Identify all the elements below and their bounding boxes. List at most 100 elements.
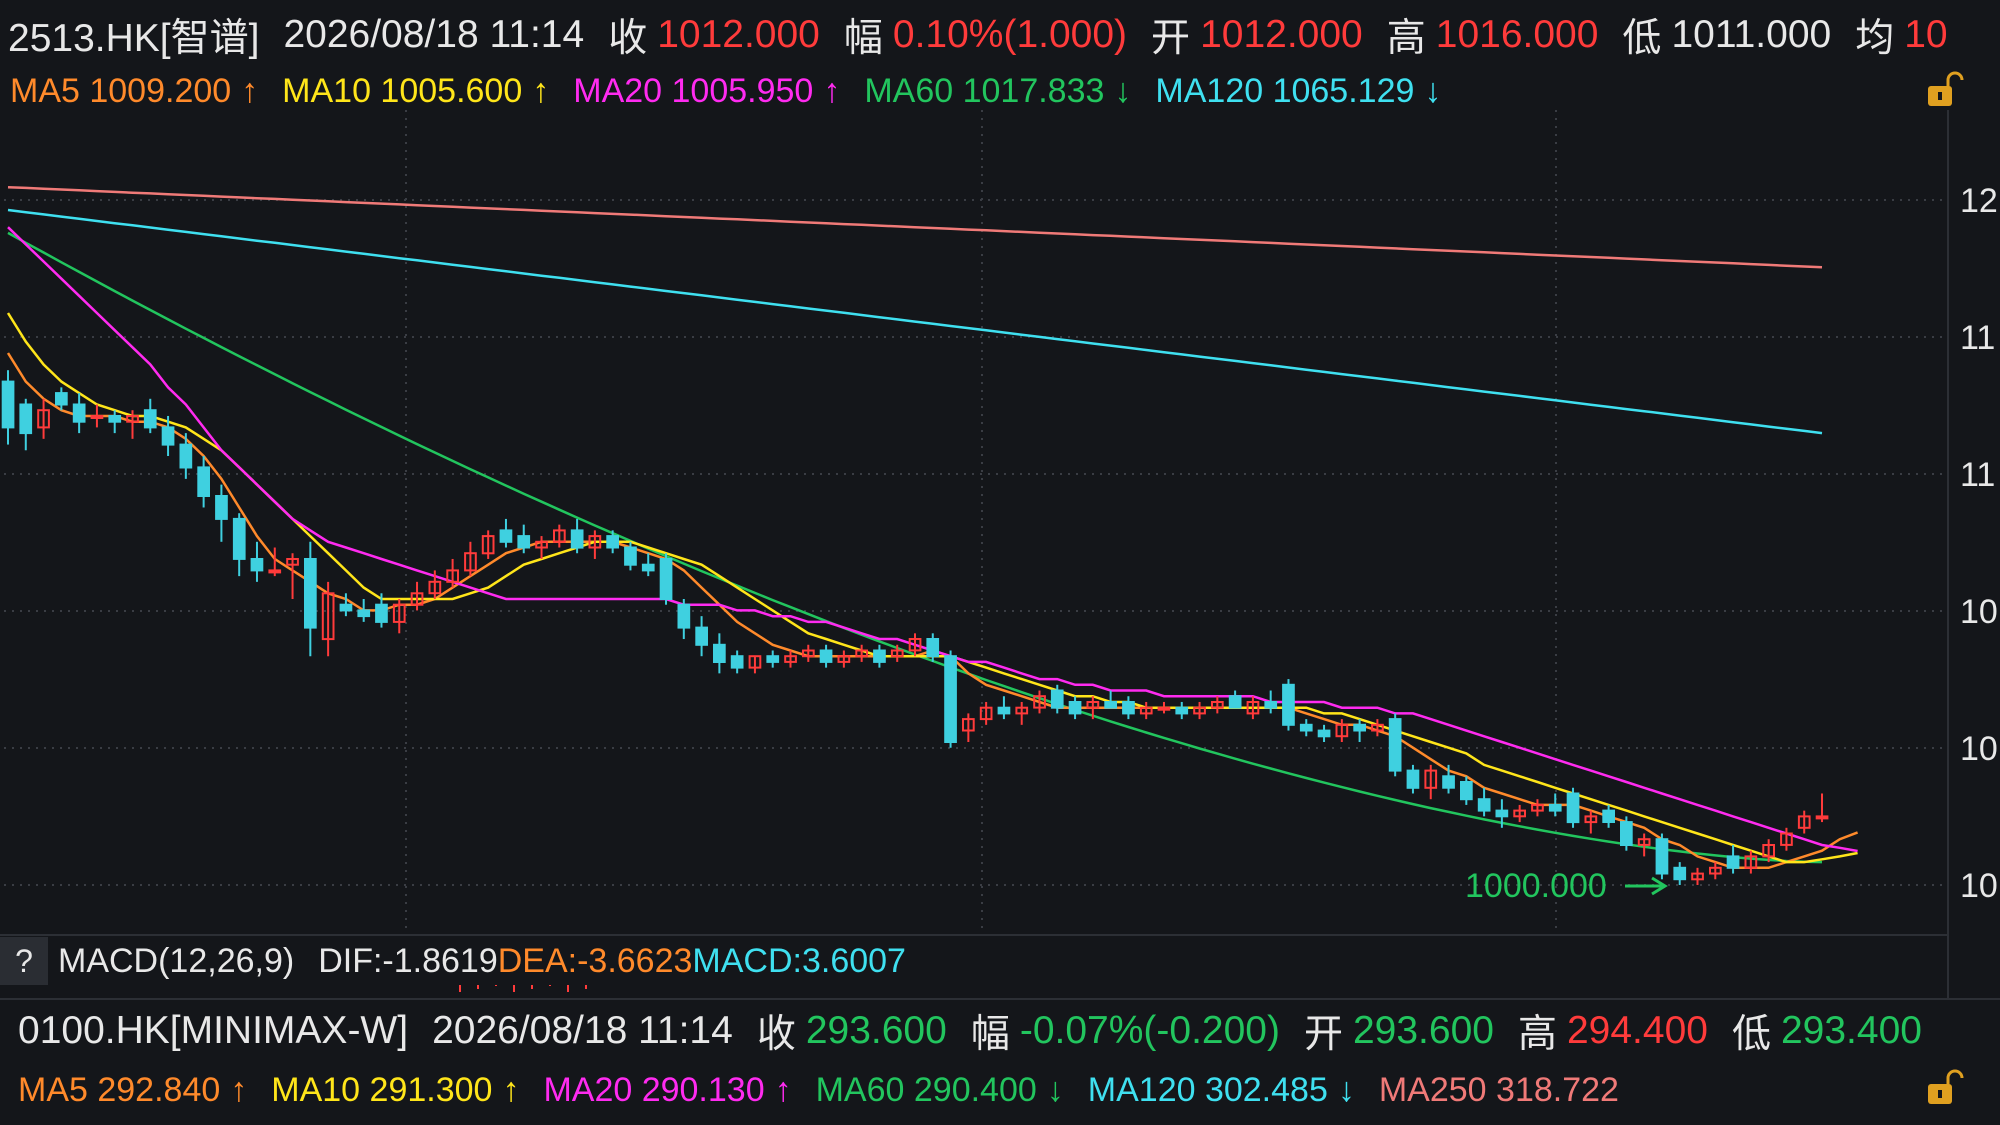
bottom-open-label: 开	[1303, 1013, 1343, 1056]
lock-icon-bottom[interactable]	[1924, 1068, 1964, 1108]
candle-body	[659, 558, 673, 600]
candle-body	[90, 415, 104, 419]
candle-body	[1104, 701, 1118, 709]
panel-divider	[0, 998, 2000, 1000]
candle-body	[19, 403, 33, 435]
candle-body	[1, 380, 15, 429]
candle-body	[268, 569, 282, 574]
bottom-quote-bar: 0100.HK[MINIMAX-W] 2026/08/18 11:14 收 29…	[18, 1002, 1922, 1060]
candle-body	[1477, 798, 1491, 812]
price-axis: 12 11 11 10 10 10	[1960, 182, 1998, 905]
candle-body	[1264, 701, 1278, 709]
candle-body	[624, 546, 637, 566]
price-axis-label: 11	[1960, 456, 1995, 494]
candle-body	[730, 655, 744, 669]
candle-body	[499, 529, 513, 543]
ma120-line	[7, 208, 1823, 435]
candle-body	[1655, 838, 1669, 875]
candle-body	[1068, 701, 1082, 715]
bottom-high-label: 高	[1517, 1013, 1557, 1056]
candle-body	[1050, 689, 1064, 709]
candle-body	[1548, 803, 1562, 812]
macd-value: MACD:3.6007	[692, 941, 906, 980]
bottom-ma60-arrow-icon: ↓	[1046, 1070, 1064, 1109]
price-axis-label: 11	[1960, 319, 1995, 357]
candle-body	[1353, 723, 1367, 732]
bottom-close-value: 293.600	[805, 1009, 947, 1052]
candle-body	[1406, 769, 1420, 789]
bottom-ma120: MA120 302.485	[1087, 1070, 1328, 1109]
bottom-ma20: MA20 290.130	[543, 1070, 765, 1109]
candle-body	[641, 563, 655, 572]
candle-body	[1460, 781, 1473, 801]
candle-body	[72, 403, 86, 423]
candle-body	[304, 558, 317, 629]
moving-average-lines	[6, 185, 1859, 870]
candle-body	[1228, 695, 1242, 709]
candle-body	[161, 426, 175, 446]
price-axis-label: 10	[1960, 593, 1998, 631]
bottom-low-label: 低	[1731, 1013, 1771, 1056]
candle-body	[1282, 683, 1295, 726]
bottom-close-label: 收	[756, 1013, 796, 1056]
bottom-ma20-arrow-icon: ↑	[774, 1070, 792, 1109]
bottom-ma5: MA5 292.840	[18, 1070, 221, 1109]
macd-name[interactable]: MACD(12,26,9)	[58, 942, 294, 981]
candle-body	[926, 638, 940, 658]
candle-body	[1122, 701, 1135, 715]
ma20-line	[7, 226, 1858, 853]
help-button[interactable]: ?	[0, 937, 48, 985]
candle-body	[766, 655, 780, 663]
candle-body	[108, 415, 122, 423]
bottom-low-value: 293.400	[1780, 1009, 1922, 1052]
candle-body	[1726, 855, 1740, 869]
candle-body	[197, 466, 211, 497]
candle-body	[1495, 809, 1509, 818]
candle-body	[713, 643, 726, 663]
bottom-datetime: 2026/08/18 11:14	[432, 1009, 733, 1052]
bottom-symbol[interactable]: 0100.HK[MINIMAX-W]	[18, 1009, 408, 1053]
bottom-ma10-arrow-icon: ↑	[502, 1070, 520, 1109]
bottom-ma120-arrow-icon: ↓	[1337, 1070, 1355, 1109]
macd-dea: DEA:-3.6623	[497, 941, 693, 980]
ma60-line	[7, 231, 1823, 864]
candle-body	[215, 495, 228, 520]
bottom-change-value: -0.07%(-0.200)	[1019, 1009, 1280, 1052]
candle-body	[55, 392, 68, 406]
candle-body	[1815, 815, 1829, 820]
candle-body	[570, 529, 584, 549]
low-marker-arrow-icon	[1625, 876, 1668, 896]
candle-body	[1566, 792, 1580, 824]
candle-body	[873, 649, 886, 663]
candle-body	[1673, 866, 1687, 881]
bottom-ma5-arrow-icon: ↑	[230, 1070, 248, 1109]
candle-body	[357, 609, 371, 618]
candle-body	[1157, 706, 1171, 711]
candle-body	[1442, 775, 1455, 789]
candle-body	[997, 706, 1011, 715]
candle-body	[677, 603, 691, 629]
price-axis-label: 10	[1960, 867, 1998, 905]
candle-body	[606, 535, 619, 549]
candle-body	[1388, 718, 1402, 772]
bottom-high-value: 294.400	[1566, 1009, 1708, 1052]
low-marker-group: 1000.000	[1465, 867, 1668, 905]
candle-body	[250, 558, 264, 572]
price-axis-label: 12	[1960, 182, 1998, 220]
low-price-marker: 1000.000	[1465, 867, 1607, 905]
candle-body	[339, 603, 353, 612]
macd-dif: DIF:-1.8619	[318, 941, 498, 980]
bottom-ma-legend: MA5 292.840 ↑ MA10 291.300 ↑ MA20 290.13…	[18, 1066, 1619, 1114]
candle-body	[944, 655, 957, 744]
candle-body	[179, 443, 193, 469]
candle-body	[695, 626, 708, 646]
bottom-ma250: MA250 318.722	[1378, 1070, 1619, 1109]
candle-body	[819, 649, 833, 663]
price-axis-label: 10	[1960, 730, 1998, 768]
candle-body	[1299, 723, 1313, 732]
candle-body	[1620, 821, 1633, 846]
bottom-open-value: 293.600	[1352, 1009, 1494, 1052]
candle-body	[232, 517, 246, 560]
candle-body	[517, 535, 531, 549]
bottom-change-label: 幅	[970, 1013, 1010, 1056]
